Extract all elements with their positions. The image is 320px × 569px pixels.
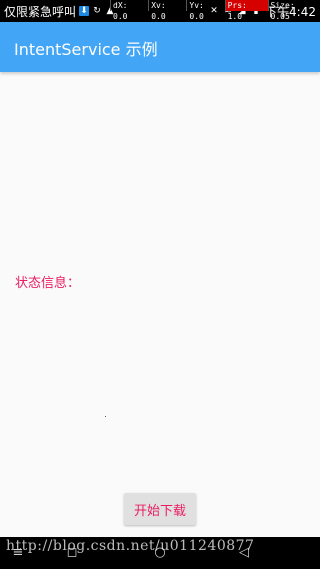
carrier-text: 仅限紧急呼叫 — [4, 4, 77, 19]
download-icon: ⬇ — [79, 6, 90, 16]
debug-dx: dX: 0.0 — [110, 0, 148, 21]
start-download-button[interactable]: 开始下载 — [124, 493, 196, 525]
status-label: 状态信息： — [15, 276, 81, 291]
watermark: http://blog.csdn.net/u011240877 — [6, 538, 255, 554]
status-bar: 仅限紧急呼叫 ⬇ ↻ ▲ ✕ ≋ ◢ ▮ 下午4:42 dX: 0.0 Xv: … — [0, 0, 320, 22]
debug-size: Size: 0.05 — [267, 0, 320, 21]
debug-yv: Yv: 0.0 — [186, 0, 224, 21]
screen: 仅限紧急呼叫 ⬇ ↻ ▲ ✕ ≋ ◢ ▮ 下午4:42 dX: 0.0 Xv: … — [0, 0, 320, 569]
debug-xv: Xv: 0.0 — [148, 0, 186, 21]
pointer-debug-strip: dX: 0.0 Xv: 0.0 Yv: 0.0 Prs: 1.0 Size: 0… — [110, 0, 320, 21]
app-title: IntentService 示例 — [14, 40, 158, 59]
debug-prs: Prs: 1.0 — [224, 0, 268, 21]
sync-icon: ↻ — [93, 6, 101, 16]
app-bar: IntentService 示例 — [0, 22, 320, 72]
touch-dot — [105, 416, 106, 417]
status-left: 仅限紧急呼叫 ⬇ ↻ ▲ — [4, 3, 115, 20]
